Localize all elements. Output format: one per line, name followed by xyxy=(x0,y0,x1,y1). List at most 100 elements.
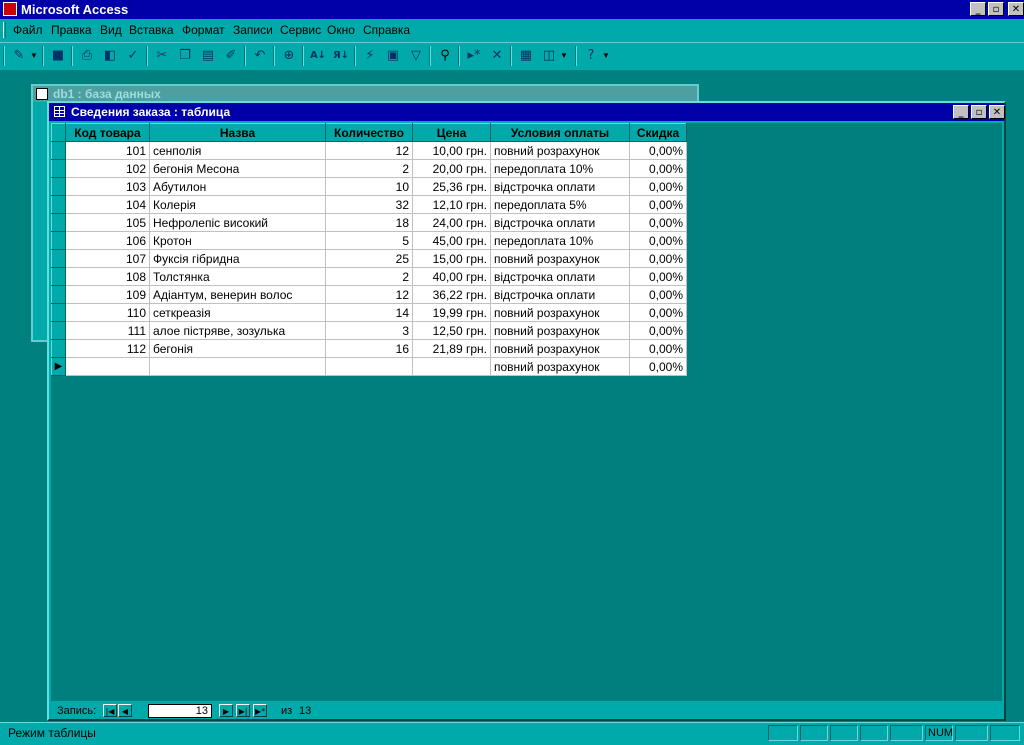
cell-payment-terms[interactable]: відстрочка оплати xyxy=(490,213,630,232)
cell-name[interactable]: сеткреазія xyxy=(149,303,326,322)
cell-price[interactable]: 40,00 грн. xyxy=(412,267,491,286)
menu-help[interactable]: Справка xyxy=(363,23,410,37)
cell-discount[interactable]: 0,00% xyxy=(629,195,687,214)
cell-name[interactable]: алое пістряве, зозулька xyxy=(149,321,326,340)
cell-quantity[interactable]: 14 xyxy=(325,303,413,322)
hyperlink-icon[interactable]: ⊕ xyxy=(279,46,299,66)
app-close-button[interactable]: ✕ xyxy=(1008,2,1024,16)
cell-payment-terms[interactable]: передоплата 5% xyxy=(490,195,630,214)
help-dropdown-icon[interactable]: ▼ xyxy=(602,46,610,66)
cell-price[interactable]: 12,50 грн. xyxy=(412,321,491,340)
column-header-quantity[interactable]: Количество xyxy=(325,123,413,142)
datasheet-icon[interactable] xyxy=(54,106,65,117)
undo-icon[interactable]: ↶ xyxy=(250,46,270,66)
print-preview-icon[interactable]: ◧ xyxy=(100,46,120,66)
column-header-payment-terms[interactable]: Условия оплаты xyxy=(490,123,630,142)
cell-payment-terms[interactable]: повний розрахунок xyxy=(490,249,630,268)
cell-quantity[interactable]: 32 xyxy=(325,195,413,214)
cell-code[interactable]: 104 xyxy=(65,195,150,214)
cell-price[interactable]: 45,00 грн. xyxy=(412,231,491,250)
column-header-price[interactable]: Цена xyxy=(412,123,491,142)
cell-name[interactable]: Фуксія гібридна xyxy=(149,249,326,268)
cell-price[interactable]: 10,00 грн. xyxy=(412,141,491,160)
cell-quantity[interactable]: 18 xyxy=(325,213,413,232)
cell-name[interactable] xyxy=(149,357,326,376)
current-record-arrow-icon[interactable]: ▶ xyxy=(51,357,66,376)
cell-payment-terms[interactable]: повний розрахунок xyxy=(490,339,630,358)
record-selector[interactable] xyxy=(51,249,66,268)
cell-code[interactable]: 110 xyxy=(65,303,150,322)
record-selector[interactable] xyxy=(51,339,66,358)
new-record-icon[interactable]: ▸* xyxy=(464,46,484,66)
cell-code[interactable]: 109 xyxy=(65,285,150,304)
menu-window[interactable]: Окно xyxy=(327,23,355,37)
new-record-nav-button[interactable]: ▶* xyxy=(253,704,267,717)
table-window-title-bar[interactable]: Сведения заказа : таблица _ ▫ ✕ xyxy=(49,103,1005,121)
paste-icon[interactable]: ▤ xyxy=(198,46,218,66)
find-icon[interactable]: ⚲ xyxy=(435,46,455,66)
cell-payment-terms[interactable]: повний розрахунок xyxy=(490,141,630,160)
toolbar-grip[interactable] xyxy=(3,46,5,66)
properties-icon[interactable]: ▦ xyxy=(516,46,536,66)
cut-icon[interactable]: ✂ xyxy=(152,46,172,66)
cell-code[interactable]: 111 xyxy=(65,321,150,340)
record-selector[interactable] xyxy=(51,195,66,214)
cell-discount[interactable]: 0,00% xyxy=(629,303,687,322)
cell-discount[interactable]: 0,00% xyxy=(629,177,687,196)
cell-name[interactable]: Адіантум, венерин волос xyxy=(149,285,326,304)
cell-payment-terms[interactable]: передоплата 10% xyxy=(490,231,630,250)
cell-discount[interactable]: 0,00% xyxy=(629,159,687,178)
cell-code[interactable]: 102 xyxy=(65,159,150,178)
cell-discount[interactable]: 0,00% xyxy=(629,213,687,232)
cell-code[interactable]: 103 xyxy=(65,177,150,196)
select-all-corner[interactable] xyxy=(51,123,66,142)
cell-name[interactable]: Абутилон xyxy=(149,177,326,196)
cell-name[interactable]: Кротон xyxy=(149,231,326,250)
cell-name[interactable]: Толстянка xyxy=(149,267,326,286)
table-close-button[interactable]: ✕ xyxy=(989,105,1005,119)
filter-by-selection-icon[interactable]: ⚡ xyxy=(360,46,380,66)
cell-quantity[interactable]: 2 xyxy=(325,267,413,286)
cell-quantity[interactable]: 3 xyxy=(325,321,413,340)
cell-quantity[interactable]: 12 xyxy=(325,285,413,304)
cell-quantity[interactable]: 10 xyxy=(325,177,413,196)
new-object-icon[interactable]: ◫ xyxy=(539,46,559,66)
cell-code[interactable]: 112 xyxy=(65,339,150,358)
record-selector[interactable] xyxy=(51,213,66,232)
menu-format[interactable]: Формат xyxy=(182,23,225,37)
cell-code[interactable]: 106 xyxy=(65,231,150,250)
record-selector[interactable] xyxy=(51,159,66,178)
app-restore-button[interactable]: ▫ xyxy=(988,2,1004,16)
cell-discount[interactable]: 0,00% xyxy=(629,267,687,286)
access-app-icon[interactable] xyxy=(3,2,17,16)
cell-quantity[interactable]: 5 xyxy=(325,231,413,250)
cell-name[interactable]: Колерія xyxy=(149,195,326,214)
cell-price[interactable]: 19,99 грн. xyxy=(412,303,491,322)
cell-price[interactable]: 36,22 грн. xyxy=(412,285,491,304)
apply-filter-icon[interactable]: ▽ xyxy=(406,46,426,66)
delete-record-icon[interactable]: ✕ xyxy=(487,46,507,66)
cell-discount[interactable]: 0,00% xyxy=(629,141,687,160)
table-maximize-button[interactable]: ▫ xyxy=(971,105,987,119)
cell-discount[interactable]: 0,00% xyxy=(629,321,687,340)
record-selector[interactable] xyxy=(51,177,66,196)
cell-name[interactable]: Нефролепіс високий xyxy=(149,213,326,232)
record-selector[interactable] xyxy=(51,231,66,250)
cell-payment-terms[interactable]: передоплата 10% xyxy=(490,159,630,178)
first-record-button[interactable]: |◀ xyxy=(103,704,117,717)
cell-name[interactable]: сенполія xyxy=(149,141,326,160)
view-dropdown-icon[interactable]: ▼ xyxy=(30,46,38,66)
record-selector[interactable] xyxy=(51,141,66,160)
format-painter-icon[interactable]: ✐ xyxy=(221,46,241,66)
table-minimize-button[interactable]: _ xyxy=(953,105,969,119)
cell-payment-terms[interactable]: відстрочка оплати xyxy=(490,285,630,304)
cell-code[interactable]: 108 xyxy=(65,267,150,286)
cell-quantity[interactable]: 12 xyxy=(325,141,413,160)
menu-file[interactable]: Файл xyxy=(13,23,43,37)
cell-code[interactable]: 105 xyxy=(65,213,150,232)
cell-price[interactable]: 24,00 грн. xyxy=(412,213,491,232)
record-selector[interactable] xyxy=(51,303,66,322)
cell-payment-terms[interactable]: повний розрахунок xyxy=(490,321,630,340)
cell-price[interactable]: 15,00 грн. xyxy=(412,249,491,268)
next-record-button[interactable]: ▶ xyxy=(219,704,233,717)
